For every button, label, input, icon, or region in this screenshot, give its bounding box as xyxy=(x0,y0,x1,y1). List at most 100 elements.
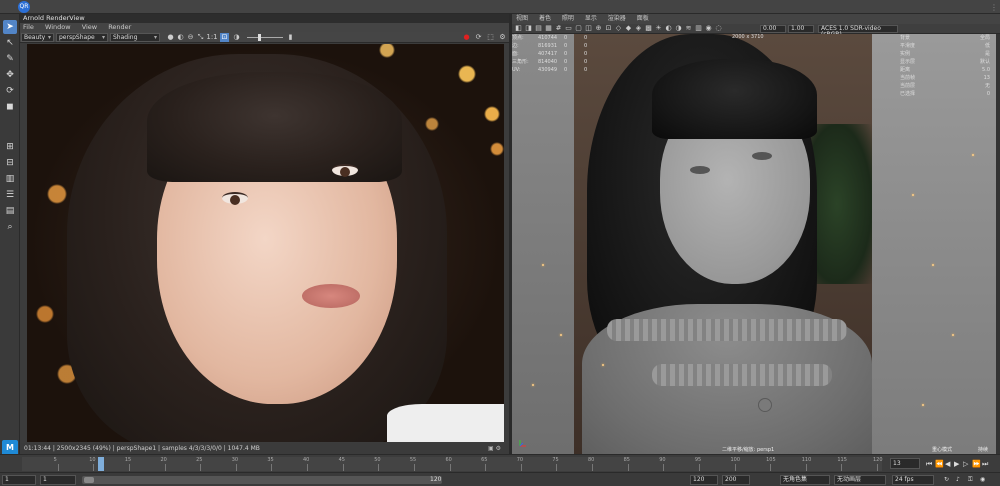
grid-toggle-icon[interactable]: # xyxy=(554,24,563,33)
time-slider: 5 10 15 20 25 30 35 40 45 50 55 60 65 70 75 80 85 90 95 100… xyxy=(0,454,1000,472)
exposure-slider-handle[interactable] xyxy=(258,34,261,41)
field-chart-icon[interactable]: ⊕ xyxy=(594,24,603,33)
go-to-end-icon[interactable]: ⏭ xyxy=(982,460,988,469)
render-image[interactable] xyxy=(27,44,504,442)
zoom-ratio-label[interactable]: 1:1 xyxy=(206,33,218,42)
step-forward-key-icon[interactable]: ⏩ xyxy=(972,460,981,468)
textured-icon[interactable]: ▩ xyxy=(644,24,653,33)
step-back-key-icon[interactable]: ⏪ xyxy=(935,460,944,468)
anim-layer-select[interactable]: 无动画层 xyxy=(834,475,886,485)
scene-start-field[interactable]: 1 xyxy=(2,475,36,485)
vp-menu-show[interactable]: 显示 xyxy=(585,15,597,22)
camera-select-icon[interactable]: ◧ xyxy=(514,24,523,33)
vp-menu-renderer[interactable]: 渲染器 xyxy=(608,15,626,22)
lights-icon[interactable]: ☀ xyxy=(654,24,663,33)
image-plane-icon[interactable]: ▦ xyxy=(544,24,553,33)
refresh-render-icon[interactable]: ⟳ xyxy=(474,33,483,42)
playback-start-field[interactable]: 1 xyxy=(40,475,76,485)
camera-attr-icon[interactable]: ◨ xyxy=(524,24,533,33)
graph-layout-icon[interactable]: ▤ xyxy=(3,204,17,218)
wireframe-icon[interactable]: ◇ xyxy=(614,24,623,33)
menu-render[interactable]: Render xyxy=(108,23,131,31)
timeline-tick-label: 55 xyxy=(409,457,417,463)
status-camera-icon[interactable]: ▣ ⚙ xyxy=(488,445,501,452)
zoom-icon[interactable]: ⌕ xyxy=(3,220,17,234)
select-tool-icon[interactable]: ➤ xyxy=(3,20,17,34)
current-frame-field[interactable]: 13 xyxy=(890,458,920,469)
character-set-select[interactable]: 无角色集 xyxy=(780,475,830,485)
crop-icon[interactable]: ⤡ xyxy=(196,33,205,42)
timeline-playhead[interactable] xyxy=(98,457,104,471)
lasso-tool-icon[interactable]: ↖ xyxy=(3,36,17,50)
scene-end-field[interactable]: 200 xyxy=(722,475,750,485)
anti-alias-icon[interactable]: ▥ xyxy=(694,24,703,33)
fps-select[interactable]: 24 fps xyxy=(892,475,934,485)
motion-blur-icon[interactable]: ≋ xyxy=(684,24,693,33)
hud-value: 低 xyxy=(984,43,990,49)
vp-menu-panels[interactable]: 面板 xyxy=(637,15,649,22)
scale-tool-icon[interactable]: ◼ xyxy=(3,100,17,114)
range-track[interactable] xyxy=(82,476,442,484)
auto-key-icon[interactable]: ◉ xyxy=(980,476,985,483)
step-back-frame-icon[interactable]: ◀ xyxy=(945,460,950,468)
vp-menu-view[interactable]: 视图 xyxy=(516,15,528,22)
exposure-slider-track[interactable] xyxy=(247,37,283,38)
four-view-layout-icon[interactable]: ⊟ xyxy=(3,156,17,170)
vp-menu-lighting[interactable]: 照明 xyxy=(562,15,574,22)
vp-menu-shading[interactable]: 着色 xyxy=(539,15,551,22)
shading-select[interactable]: Shading xyxy=(110,33,160,42)
two-view-layout-icon[interactable]: ▥ xyxy=(3,172,17,186)
single-layout-icon[interactable]: ⊞ xyxy=(3,140,17,154)
gamma-field[interactable]: 0.00 xyxy=(760,25,786,33)
rgb-channel-icon[interactable]: ● xyxy=(166,33,175,42)
hud-label: 三角形: xyxy=(512,59,529,65)
exposure-field[interactable]: 1.00 xyxy=(788,25,814,33)
camera-select[interactable]: perspShape xyxy=(56,33,108,42)
render-lips xyxy=(302,284,360,308)
color-space-select[interactable]: ACES 1.0 SDR-video (sRGB) xyxy=(818,25,898,38)
qr-badge-icon[interactable]: QR xyxy=(18,1,30,13)
rotate-tool-icon[interactable]: ⟳ xyxy=(3,84,17,98)
outliner-layout-icon[interactable]: ☰ xyxy=(3,188,17,202)
panel-grip-icon[interactable]: ⋮ xyxy=(990,3,998,12)
smooth-shade-icon[interactable]: ◆ xyxy=(624,24,633,33)
timeline-tick xyxy=(556,464,558,471)
sound-icon[interactable]: ♪ xyxy=(956,476,960,483)
timeline-tick-label: 110 xyxy=(801,457,812,463)
safe-action-icon[interactable]: ⊡ xyxy=(604,24,613,33)
play-forward-icon[interactable]: ▶ xyxy=(954,460,959,468)
shadows-icon[interactable]: ◐ xyxy=(664,24,673,33)
ambient-occlusion-icon[interactable]: ◑ xyxy=(674,24,683,33)
isolate-icon[interactable]: ◉ xyxy=(704,24,713,33)
gate-mask-icon[interactable]: ◫ xyxy=(584,24,593,33)
playback-end-field[interactable]: 120 xyxy=(690,475,718,485)
bookmark-icon[interactable]: ▤ xyxy=(534,24,543,33)
film-gate-icon[interactable]: ▭ xyxy=(564,24,573,33)
paint-select-tool-icon[interactable]: ✎ xyxy=(3,52,17,66)
aov-select[interactable]: Beauty xyxy=(21,33,54,42)
settings-gear-icon[interactable]: ⚙ xyxy=(498,33,507,42)
go-to-start-icon[interactable]: ⏮ xyxy=(926,460,932,469)
viewport-side-strip[interactable] xyxy=(996,34,1000,454)
move-tool-icon[interactable]: ✥ xyxy=(3,68,17,82)
color-swatch-icon[interactable]: ▮ xyxy=(286,33,295,42)
exposure-icon[interactable]: ⊖ xyxy=(186,33,195,42)
range-handle[interactable] xyxy=(84,477,94,483)
region-render-icon[interactable]: ⬚ xyxy=(486,33,495,42)
loop-icon[interactable]: ↻ xyxy=(944,476,949,483)
xray-icon[interactable]: ◌ xyxy=(714,24,723,33)
timeline-tick-label: 35 xyxy=(267,457,274,463)
wireframe-on-shaded-icon[interactable]: ◈ xyxy=(634,24,643,33)
step-forward-frame-icon[interactable]: ▷ xyxy=(963,460,968,468)
fit-view-icon[interactable]: ⊡ xyxy=(220,33,229,42)
menu-file[interactable]: File xyxy=(23,23,34,31)
key-icon[interactable]: ⚿ xyxy=(968,476,973,484)
menu-view[interactable]: View xyxy=(82,23,97,31)
alpha-channel-icon[interactable]: ◐ xyxy=(176,33,185,42)
menu-window[interactable]: Window xyxy=(45,23,71,31)
viewport-3d[interactable]: 顶点: 410744 0 0 边: 816931 0 0 面: 407417 0 0 三角形: 81… xyxy=(512,34,998,454)
timeline-tick-label: 80 xyxy=(588,457,595,463)
gamma-icon[interactable]: ◑ xyxy=(232,33,241,42)
resolution-gate-icon[interactable]: ▢ xyxy=(574,24,583,33)
stop-render-icon[interactable]: ● xyxy=(462,33,471,42)
